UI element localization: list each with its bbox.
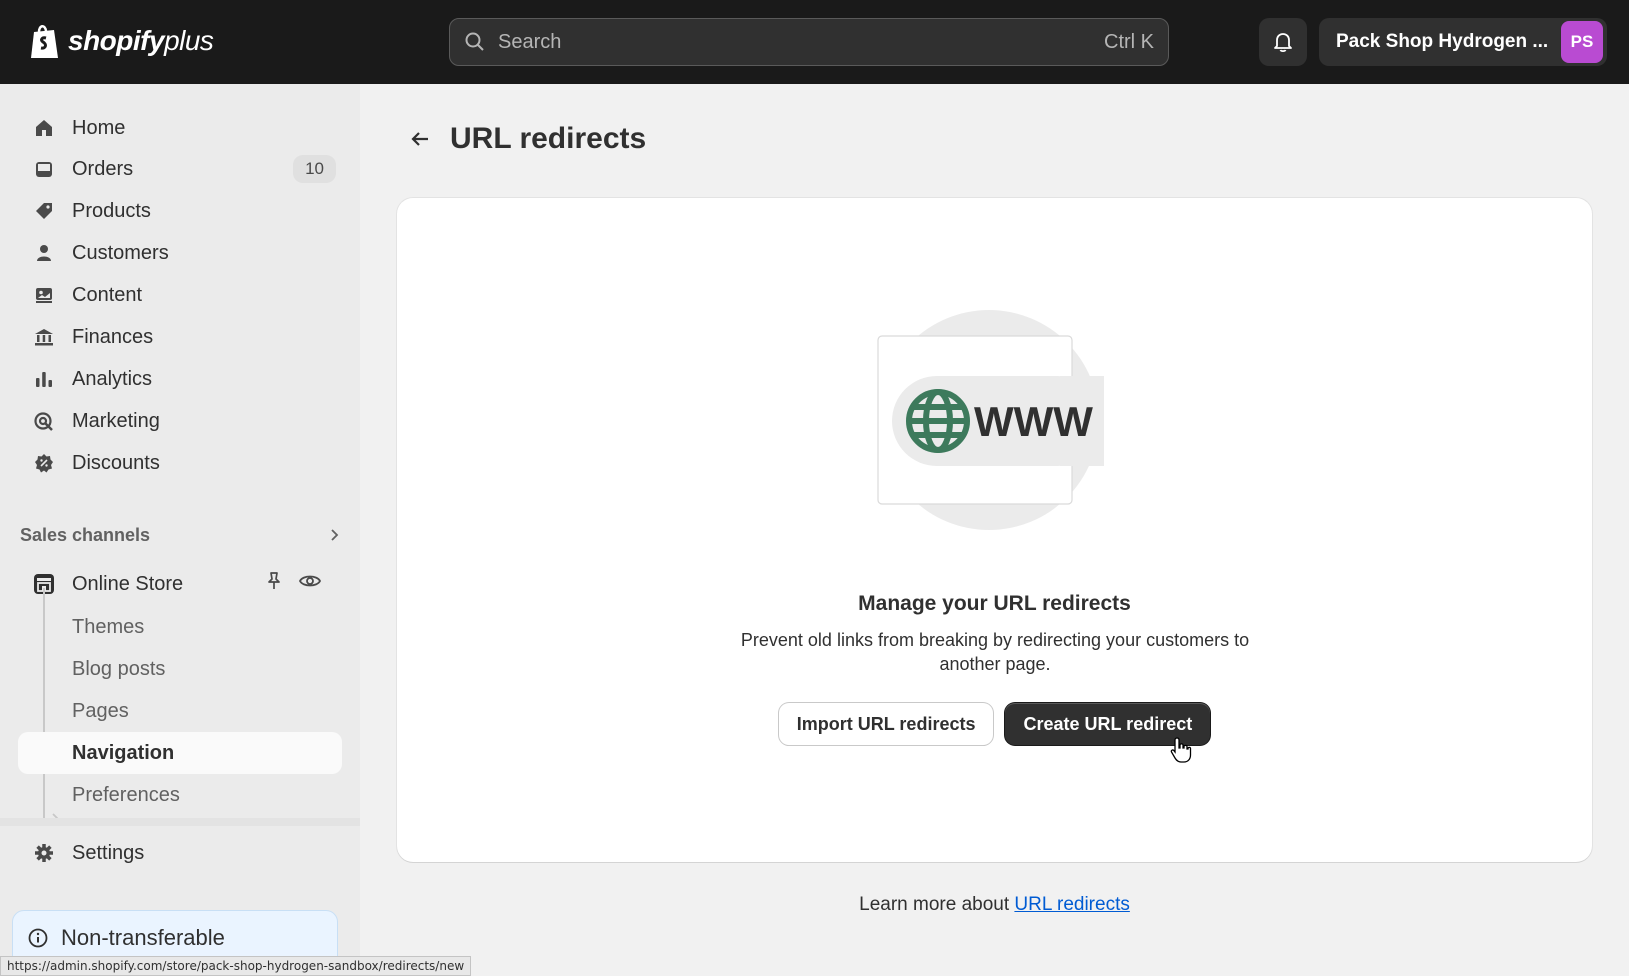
sidebar-item-orders[interactable]: Orders 10: [18, 148, 342, 190]
sidebar-item-analytics[interactable]: Analytics: [18, 358, 342, 400]
import-url-redirects-button[interactable]: Import URL redirects: [778, 703, 994, 745]
search-icon: [465, 32, 484, 51]
eye-icon[interactable]: [298, 570, 322, 598]
sidebar-divider: [0, 818, 360, 826]
main-content: URL redirects WWW Manage your URL redire…: [360, 84, 1629, 976]
sales-channels-header[interactable]: Sales channels: [20, 520, 342, 550]
sidebar-subitem-themes[interactable]: Themes: [18, 606, 342, 648]
sidebar-item-customers[interactable]: Customers: [18, 232, 342, 274]
search-shortcut: Ctrl K: [1104, 30, 1154, 53]
sidebar-subitem-preferences[interactable]: Preferences: [18, 774, 342, 816]
inbox-icon: [32, 157, 56, 181]
search-placeholder: Search: [498, 30, 562, 53]
sidebar-item-label: Finances: [72, 325, 154, 348]
store-switcher-button[interactable]: Pack Shop Hydrogen ... PS: [1319, 18, 1607, 66]
sidebar-item-label: Home: [72, 116, 126, 139]
status-url: https://admin.shopify.com/store/pack-sho…: [7, 959, 465, 973]
sidebar-item-label: Customers: [72, 241, 169, 264]
sidebar-item-settings[interactable]: Settings: [18, 832, 342, 874]
learn-more-footer: Learn more about URL redirects: [360, 894, 1629, 916]
logo-plus: plus: [164, 25, 214, 56]
person-icon: [32, 241, 56, 265]
store-name: Pack Shop Hydrogen ...: [1336, 31, 1549, 52]
sales-channels-label: Sales channels: [20, 524, 151, 545]
back-button[interactable]: [404, 123, 436, 155]
browser-status-bar: https://admin.shopify.com/store/pack-sho…: [0, 956, 472, 976]
pin-icon[interactable]: [264, 570, 284, 598]
sidebar-item-marketing[interactable]: Marketing: [18, 400, 342, 442]
www-text: WWW: [974, 398, 1093, 445]
sidebar-item-label: Products: [72, 199, 151, 222]
empty-state-title: Manage your URL redirects: [858, 592, 1131, 615]
info-icon: [27, 927, 49, 955]
notice-label: Non-transferable: [61, 925, 225, 950]
sidebar-item-label: Orders: [72, 157, 134, 180]
sidebar-item-label: Settings: [72, 841, 145, 864]
target-icon: [32, 409, 56, 433]
bell-icon: [1274, 33, 1292, 53]
arrow-left-icon: [411, 132, 428, 146]
home-icon: [32, 116, 56, 140]
sidebar-item-content[interactable]: Content: [18, 274, 342, 316]
tag-icon: [32, 199, 56, 223]
sidebar-item-label: Marketing: [72, 409, 160, 432]
sidebar-item-label: Content: [72, 283, 143, 306]
sidebar-subitem-pages[interactable]: Pages: [18, 690, 342, 732]
notifications-button[interactable]: [1259, 18, 1307, 66]
sidebar-item-label: Discounts: [72, 451, 160, 474]
orders-count-badge: 10: [293, 155, 336, 183]
bar-chart-icon: [32, 367, 56, 391]
sidebar-item-label: Analytics: [72, 367, 153, 390]
top-bar: shopifyplus Search Ctrl K Pack Shop Hydr…: [0, 0, 1629, 84]
learn-more-text: Learn more about: [859, 894, 1015, 915]
avatar: PS: [1561, 21, 1603, 63]
url-redirects-link[interactable]: URL redirects: [1014, 894, 1129, 915]
sidebar-item-products[interactable]: Products: [18, 190, 342, 232]
shopify-plus-logo[interactable]: shopifyplus: [28, 22, 214, 60]
sidebar-subitem-label: Blog posts: [72, 657, 166, 680]
bank-icon: [32, 325, 56, 349]
logo-wordmark: shopify: [68, 25, 165, 56]
chevron-right-icon: [331, 529, 339, 541]
page-title: URL redirects: [450, 122, 647, 155]
sidebar-item-discounts[interactable]: Discounts: [18, 442, 342, 484]
shopify-bag-icon: [31, 25, 58, 58]
sidebar-subitem-label: Pages: [72, 699, 129, 722]
empty-state-card: WWW Manage your URL redirects Prevent ol…: [397, 198, 1592, 862]
sidebar: Home Orders 10 Products Customers Conten…: [0, 84, 360, 976]
sidebar-subitem-label: Themes: [72, 615, 145, 638]
hand-cursor-icon: [1170, 737, 1192, 763]
discount-icon: [32, 451, 56, 475]
search-bar[interactable]: Search Ctrl K: [449, 18, 1169, 66]
sidebar-item-home[interactable]: Home: [18, 107, 342, 149]
gear-icon: [32, 841, 56, 865]
sidebar-item-finances[interactable]: Finances: [18, 316, 342, 358]
empty-state-description: Prevent old links from breaking by redir…: [740, 630, 1250, 674]
sidebar-subitem-blog-posts[interactable]: Blog posts: [18, 648, 342, 690]
sidebar-subitem-navigation[interactable]: Navigation: [18, 732, 342, 774]
sidebar-subitem-label: Preferences: [72, 783, 180, 806]
sidebar-item-online-store[interactable]: Online Store: [18, 563, 342, 605]
www-globe-illustration: WWW: [877, 310, 1104, 530]
sidebar-subitem-label: Navigation: [72, 741, 175, 764]
image-icon: [32, 283, 56, 307]
